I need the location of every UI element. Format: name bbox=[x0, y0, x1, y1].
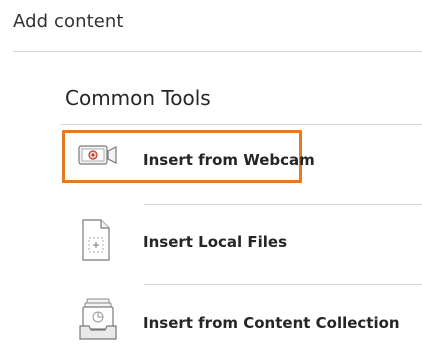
section-title: Common Tools bbox=[65, 86, 211, 110]
divider bbox=[144, 204, 422, 205]
divider bbox=[13, 51, 422, 52]
file-icon bbox=[80, 218, 112, 266]
tool-label: Insert Local Files bbox=[143, 233, 288, 251]
content-collection-icon bbox=[79, 296, 119, 346]
divider bbox=[144, 284, 422, 285]
tool-label: Insert from Content Collection bbox=[143, 314, 400, 332]
insert-from-content-collection-button[interactable]: Insert from Content Collection bbox=[62, 292, 422, 352]
insert-local-files-button[interactable]: Insert Local Files bbox=[62, 213, 422, 271]
divider bbox=[60, 124, 422, 125]
tool-label: Insert from Webcam bbox=[143, 151, 315, 169]
webcam-icon bbox=[78, 143, 118, 171]
panel-title: Add content bbox=[13, 11, 124, 32]
insert-from-webcam-button[interactable]: Insert from Webcam bbox=[62, 130, 422, 188]
